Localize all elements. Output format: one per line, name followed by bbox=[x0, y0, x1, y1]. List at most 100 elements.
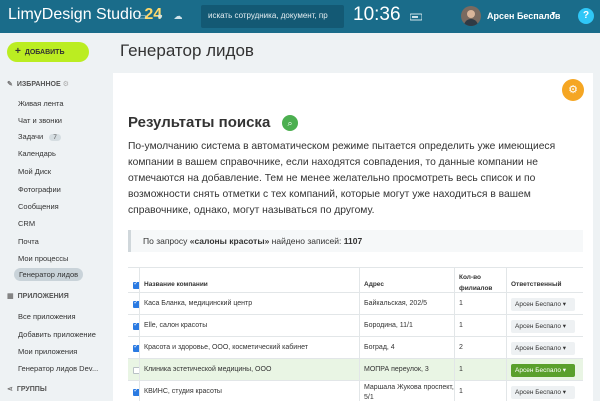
description-text: По-умолчанию система в автоматическом ре… bbox=[128, 141, 556, 216]
responsible-value: Арсен Беспало bbox=[515, 323, 561, 330]
column-divider bbox=[454, 267, 455, 401]
query-term: «салоны красоты» bbox=[189, 236, 270, 246]
favorites-section-title[interactable]: ✎ ИЗБРАННОЕ ⚙ bbox=[7, 80, 69, 88]
query-count: 1107 bbox=[343, 236, 363, 246]
responsible-value: Арсен Беспало bbox=[515, 367, 561, 374]
branches-header-line1: Кол-во bbox=[459, 274, 481, 281]
sidebar-item-chat[interactable]: Чат и звонки bbox=[18, 116, 62, 125]
chevron-down-icon: ▾ bbox=[562, 367, 567, 374]
chevron-down-icon: ▾ bbox=[562, 301, 567, 308]
sidebar-item-live-feed[interactable]: Живая лента bbox=[18, 99, 64, 108]
sidebar-item-messages[interactable]: Сообщения bbox=[18, 202, 59, 211]
gear-icon[interactable]: ⚙ bbox=[562, 79, 584, 101]
avatar[interactable] bbox=[461, 6, 481, 26]
responsible-select[interactable]: Арсен Беспало ▾ bbox=[511, 386, 575, 399]
company-name: Каса Бланка, медицинский центр bbox=[144, 300, 253, 307]
sidebar-item-mail[interactable]: Почта bbox=[18, 237, 39, 246]
chevron-down-icon: ▾ bbox=[562, 323, 567, 330]
results-title: Результаты поиска bbox=[128, 114, 271, 131]
clock[interactable]: 10:36 bbox=[353, 4, 401, 26]
sidebar-item-photos[interactable]: Фотографии bbox=[18, 185, 61, 194]
add-button-label: ДОБАВИТЬ bbox=[24, 49, 65, 56]
search-input[interactable]: искать сотрудника, документ, пр bbox=[201, 5, 344, 28]
company-address: Маршала Жукова проспект, bbox=[364, 384, 454, 391]
table-row[interactable]: Elle, салон красоты Бородина, 11/1 1 Арс… bbox=[128, 315, 583, 337]
column-name-header[interactable]: Название компании bbox=[144, 281, 208, 288]
sidebar-item-lead-generator-dev[interactable]: Генератор лидов Dev... bbox=[18, 364, 98, 373]
pin-icon: ✎ bbox=[7, 81, 13, 88]
apps-section-title[interactable]: ▦ ПРИЛОЖЕНИЯ bbox=[7, 292, 69, 300]
responsible-value: Арсен Беспало bbox=[515, 389, 561, 396]
responsible-select[interactable]: Арсен Беспало ▾ bbox=[511, 298, 575, 311]
table-header: Название компании Адрес Кол-во филиалов О… bbox=[128, 267, 583, 293]
table-row[interactable]: КВИНС, студия красоты Маршала Жукова про… bbox=[128, 381, 583, 401]
company-address-line2: 5/1 bbox=[364, 394, 374, 401]
chevron-down-icon[interactable]: ▼ bbox=[550, 11, 557, 18]
column-divider bbox=[359, 267, 360, 401]
table-row[interactable]: Каса Бланка, медицинский центр Байкальск… bbox=[128, 293, 583, 315]
search-icon[interactable]: ⌕ bbox=[282, 115, 298, 131]
table-row[interactable]: Клиника эстетической медицины, ООО МОПРА… bbox=[128, 359, 583, 381]
sidebar-item-calendar[interactable]: Календарь bbox=[18, 149, 56, 158]
apps-icon: ▦ bbox=[7, 293, 14, 300]
query-prefix: По запросу bbox=[143, 236, 190, 246]
responsible-select[interactable]: Арсен Беспало ▾ bbox=[511, 364, 575, 377]
company-name: Красота и здоровье, ООО, косметический к… bbox=[144, 344, 308, 351]
sidebar-item-crm[interactable]: CRM bbox=[18, 219, 35, 228]
tasks-count-badge: 7 bbox=[49, 134, 61, 141]
company-address: Боград, 4 bbox=[364, 344, 395, 351]
column-divider bbox=[139, 267, 140, 401]
groups-title-label: ГРУППЫ bbox=[16, 386, 47, 393]
responsible-select[interactable]: Арсен Беспало ▾ bbox=[511, 320, 575, 333]
company-address: МОПРА переулок, 3 bbox=[364, 366, 429, 373]
company-name: Elle, салон красоты bbox=[144, 322, 208, 329]
sidebar-item-disk[interactable]: Мой Диск bbox=[18, 167, 51, 176]
sidebar-item-all-apps[interactable]: Все приложения bbox=[18, 312, 76, 321]
responsible-select[interactable]: Арсен Беспало ▾ bbox=[511, 342, 575, 355]
table-row[interactable]: Красота и здоровье, ООО, косметический к… bbox=[128, 337, 583, 359]
company-address: Байкальская, 202/5 bbox=[364, 300, 428, 307]
sidebar: + ДОБАВИТЬ ✎ ИЗБРАННОЕ ⚙ Живая лента Чат и… bbox=[0, 33, 110, 401]
query-summary: По запросу «салоны красоты» найдено запи… bbox=[128, 230, 583, 252]
sidebar-item-processes[interactable]: Мои процессы bbox=[18, 254, 68, 263]
favorites-title-label: ИЗБРАННОЕ bbox=[16, 81, 61, 88]
company-name: КВИНС, студия красоты bbox=[144, 388, 222, 395]
search-placeholder: искать сотрудника, документ, пр bbox=[208, 11, 328, 20]
query-middle: найдено записей: bbox=[269, 236, 344, 246]
sidebar-item-my-apps[interactable]: Мои приложения bbox=[18, 347, 77, 356]
settings-icon[interactable]: ⚙ bbox=[63, 81, 69, 88]
branch-count: 1 bbox=[459, 366, 463, 373]
share-icon: ⋖ bbox=[7, 386, 13, 393]
branches-header-line2: филиалов bbox=[459, 285, 493, 292]
page-title: Генератор лидов bbox=[120, 41, 254, 60]
column-branches-header[interactable]: Кол-во филиалов bbox=[459, 274, 492, 292]
responsible-value: Арсен Беспало bbox=[515, 301, 561, 308]
branch-count: 1 bbox=[459, 388, 463, 395]
sidebar-item-label: Задачи bbox=[18, 132, 44, 141]
plus-icon: + bbox=[15, 46, 21, 57]
brand-name: LimyDesign Studio bbox=[8, 6, 142, 23]
top-header: LimyDesign Studio 24 ▭ ● ☁ искать сотрудн… bbox=[0, 0, 600, 33]
message-icon[interactable]: ▭ bbox=[136, 10, 148, 22]
sidebar-item-lead-generator[interactable]: Генератор лидов bbox=[14, 268, 84, 281]
sidebar-item-add-app[interactable]: Добавить приложение bbox=[18, 330, 96, 339]
branch-count: 2 bbox=[459, 344, 463, 351]
help-button[interactable]: ? bbox=[578, 8, 594, 24]
chevron-down-icon: ▾ bbox=[562, 345, 567, 352]
responsible-value: Арсен Беспало bbox=[515, 345, 561, 352]
apps-title-label: ПРИЛОЖЕНИЯ bbox=[17, 293, 69, 300]
company-address: Бородина, 11/1 bbox=[364, 322, 413, 329]
branch-count: 1 bbox=[459, 300, 463, 307]
column-address-header[interactable]: Адрес bbox=[364, 281, 384, 288]
chevron-down-icon: ▾ bbox=[562, 389, 567, 396]
column-divider bbox=[506, 267, 507, 401]
company-name: Клиника эстетической медицины, ООО bbox=[144, 366, 272, 373]
add-button[interactable]: + ДОБАВИТЬ bbox=[7, 42, 89, 62]
notifications-icon[interactable]: ● bbox=[154, 10, 166, 22]
cloud-icon[interactable]: ☁ bbox=[172, 10, 184, 22]
branch-count: 1 bbox=[459, 322, 463, 329]
groups-section-title[interactable]: ⋖ ГРУППЫ bbox=[7, 385, 47, 393]
clock-status-icon bbox=[410, 13, 422, 21]
sidebar-item-tasks[interactable]: Задачи 7 bbox=[18, 132, 61, 141]
column-responsible-header[interactable]: Ответственный bbox=[511, 281, 562, 288]
